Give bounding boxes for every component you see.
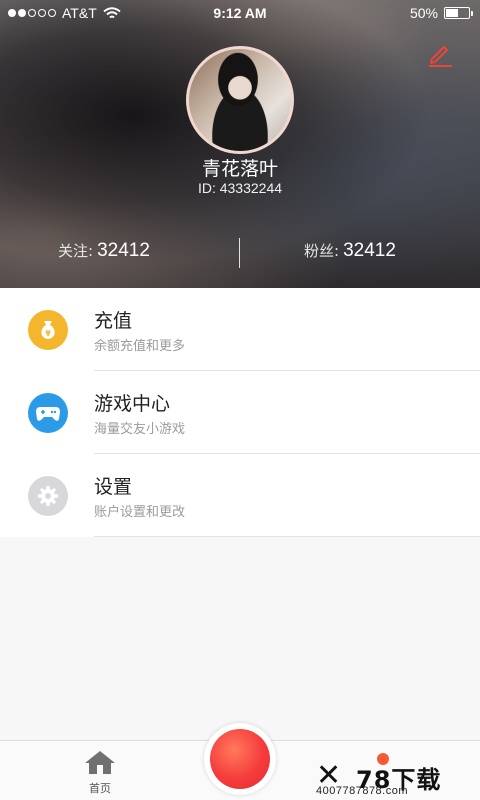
tab-home-label: 首页: [89, 782, 111, 795]
battery-fill: [446, 9, 458, 17]
avatar[interactable]: [186, 46, 294, 154]
edit-profile-button[interactable]: [426, 40, 454, 68]
settings-menu: ¥ 充值 余额充值和更多 游戏中心 海量交友小游戏 设置 账户设置和更改: [0, 288, 480, 537]
following-stat[interactable]: 关注: 32412: [58, 240, 150, 262]
gamepad-icon: [28, 393, 68, 433]
divider: [94, 536, 480, 537]
money-bag-icon: ¥: [28, 310, 68, 350]
battery-icon: [444, 7, 473, 19]
profile-header: AT&T 9:12 AM 50% 青花落叶 ID: 43332244 关注: 3…: [0, 0, 480, 288]
fans-stat[interactable]: 粉丝: 32412: [304, 240, 396, 262]
watermark-url: 4007787878.com: [316, 785, 409, 797]
menu-title: 设置: [94, 476, 133, 498]
gear-icon: [28, 476, 68, 516]
menu-title: 充值: [94, 310, 133, 332]
watermark: ✕ 78下载 4007787878.com: [316, 758, 476, 798]
following-label: 关注:: [58, 242, 94, 260]
menu-item-settings[interactable]: 设置 账户设置和更改: [0, 454, 480, 537]
following-count: 32412: [97, 240, 150, 261]
stats-divider: [239, 238, 240, 268]
menu-subtitle: 海量交友小游戏: [94, 422, 186, 437]
fans-count: 32412: [343, 240, 396, 261]
menu-subtitle: 余额充值和更多: [94, 339, 186, 354]
pencil-icon: [429, 46, 452, 67]
menu-subtitle: 账户设置和更改: [94, 505, 186, 520]
empty-area: [0, 538, 480, 740]
tab-home[interactable]: 首页: [76, 749, 124, 796]
battery-percent: 50%: [409, 5, 438, 21]
menu-item-game-center[interactable]: 游戏中心 海量交友小游戏: [0, 371, 480, 454]
svg-text:¥: ¥: [45, 329, 51, 338]
user-id: ID: 43332244: [197, 180, 283, 196]
status-bar: AT&T 9:12 AM 50%: [0, 0, 480, 26]
menu-item-recharge[interactable]: ¥ 充值 余额充值和更多: [0, 288, 480, 371]
clock: 9:12 AM: [213, 5, 267, 21]
record-button[interactable]: [204, 723, 276, 795]
home-icon: [85, 751, 115, 774]
menu-title: 游戏中心: [94, 393, 171, 415]
fans-label: 粉丝:: [304, 242, 340, 260]
status-right: 50%: [409, 5, 473, 21]
user-name: 青花落叶: [201, 158, 278, 180]
record-icon: [210, 729, 270, 789]
